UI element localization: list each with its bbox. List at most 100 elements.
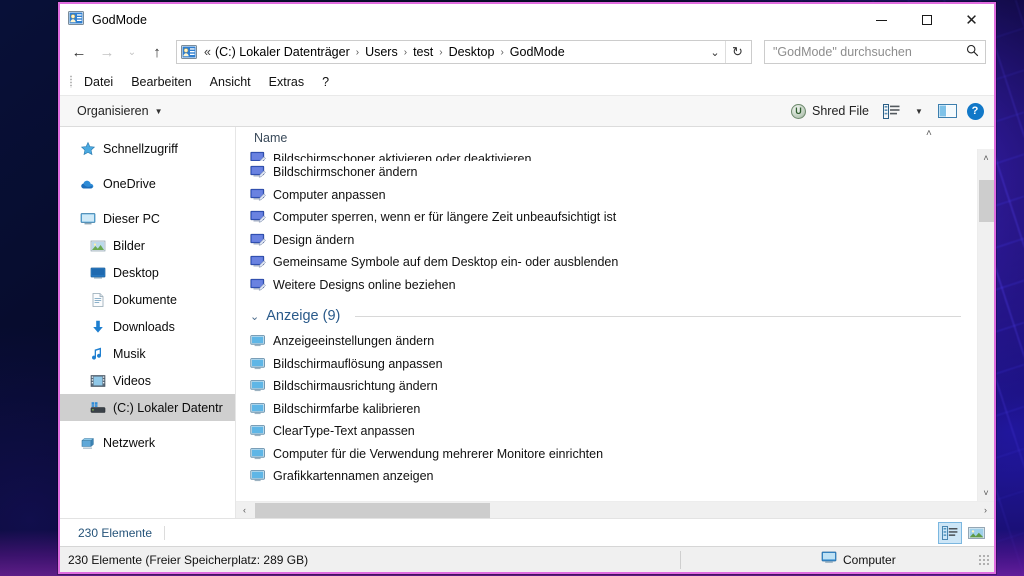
sidebar-item-label: Schnellzugriff [103, 141, 178, 156]
sidebar-item-onedrive[interactable]: OneDrive [60, 170, 235, 197]
preview-pane-button[interactable] [934, 99, 960, 123]
list-item[interactable]: Weitere Designs online beziehen [250, 274, 977, 297]
sidebar-item-dokumente[interactable]: Dokumente [60, 286, 235, 313]
sidebar-item-desktop[interactable]: Desktop [60, 259, 235, 286]
maximize-button[interactable] [904, 4, 949, 36]
large-icons-view-button[interactable] [964, 522, 988, 544]
list-item[interactable]: Design ändern [250, 229, 977, 252]
up-button[interactable]: ↑ [144, 40, 170, 64]
menu-item-extras[interactable]: Extras [260, 71, 313, 93]
list-item-label: Bildschirmschoner aktivieren oder deakti… [273, 152, 532, 161]
menu-bar: Datei Bearbeiten Ansicht Extras ? [60, 68, 994, 96]
breadcrumb-dropdown-button[interactable]: ⌄ [705, 41, 725, 63]
personalization-icon [250, 164, 266, 180]
titlebar-left: GodMode [60, 10, 859, 31]
change-view-button[interactable] [878, 99, 904, 123]
recent-locations-button[interactable]: ⌄ [122, 40, 142, 64]
breadcrumb-separator-icon[interactable]: › [497, 47, 506, 58]
breadcrumb-item-4[interactable]: GodMode [507, 43, 568, 61]
menu-item-help[interactable]: ? [313, 71, 338, 93]
breadcrumb-separator-icon[interactable]: › [353, 47, 362, 58]
scroll-down-button[interactable]: ˅ [978, 484, 995, 501]
breadcrumb-item-3[interactable]: Desktop [446, 43, 498, 61]
sidebar-item-musik[interactable]: Musik [60, 340, 235, 367]
breadcrumb-separator-icon[interactable]: › [401, 47, 410, 58]
list-item[interactable]: Bildschirmschoner ändern [250, 161, 977, 184]
list-item[interactable]: ClearType-Text anpassen [250, 420, 977, 443]
personalization-icon [250, 209, 266, 225]
group-header-rule [355, 315, 961, 317]
display-icon [250, 401, 266, 417]
breadcrumb-item-1[interactable]: Users [362, 43, 401, 61]
breadcrumb-overflow[interactable]: « [201, 43, 212, 61]
horizontal-scrollbar[interactable]: ‹ › [236, 501, 994, 518]
window-body: Schnellzugriff OneDrive Dieser PC Bilder… [60, 127, 994, 518]
minimize-button[interactable] [859, 4, 904, 36]
breadcrumb-separator-icon[interactable]: › [436, 47, 445, 58]
back-button[interactable]: ← [66, 40, 92, 64]
display-icon [250, 468, 266, 484]
list-item[interactable]: Bildschirmausrichtung ändern [250, 375, 977, 398]
vertical-scrollbar[interactable]: ˄ ˅ [977, 149, 994, 501]
scroll-right-button[interactable]: › [977, 502, 994, 519]
vertical-scroll-thumb[interactable] [978, 180, 994, 222]
list-item[interactable]: Anzeigeeinstellungen ändern [250, 330, 977, 353]
vertical-scroll-track[interactable] [978, 166, 995, 484]
menu-item-ansicht[interactable]: Ansicht [201, 71, 260, 93]
menu-grip-handle[interactable] [66, 74, 75, 90]
list-item[interactable]: Computer sperren, wenn er für längere Ze… [250, 206, 977, 229]
chevron-down-icon[interactable]: ⌄ [250, 310, 259, 323]
chevron-up-icon: ˄ [983, 152, 989, 163]
list-item-label: Computer sperren, wenn er für längere Ze… [273, 210, 617, 225]
list-item[interactable]: Computer für die Verwendung mehrerer Mon… [250, 443, 977, 466]
horizontal-scroll-thumb[interactable] [255, 502, 490, 518]
menu-item-datei[interactable]: Datei [75, 71, 122, 93]
organize-button[interactable]: Organisieren ▼ [70, 100, 170, 122]
list-item[interactable]: Bildschirmschoner aktivieren oder deakti… [250, 149, 977, 161]
sidebar-item-label: OneDrive [103, 176, 156, 191]
sidebar-item-label: (C:) Lokaler Datentr [113, 400, 223, 415]
list-item[interactable]: Bildschirmauflösung anpassen [250, 353, 977, 376]
window-titlebar[interactable]: GodMode ✕ [60, 4, 994, 36]
group-header-anzeige[interactable]: ⌄ Anzeige (9) [250, 296, 977, 330]
breadcrumb-bar[interactable]: « (C:) Lokaler Datenträger › Users › tes… [176, 40, 752, 64]
search-icon [966, 44, 979, 60]
sidebar-item-schnellzugriff[interactable]: Schnellzugriff [60, 135, 235, 162]
back-arrow-icon: ← [71, 43, 87, 61]
details-view-button[interactable] [938, 521, 962, 544]
sidebar-item-videos[interactable]: Videos [60, 367, 235, 394]
sidebar-item-downloads[interactable]: Downloads [60, 313, 235, 340]
shred-file-button[interactable]: U Shred File [784, 100, 876, 123]
sidebar-item-bilder[interactable]: Bilder [60, 232, 235, 259]
view-dropdown-button[interactable]: ▼ [906, 99, 932, 123]
view-mode-buttons [938, 521, 988, 544]
sidebar-item-local-disk-c[interactable]: (C:) Lokaler Datentr [60, 394, 235, 421]
breadcrumb-item-2[interactable]: test [410, 43, 436, 61]
resize-grip[interactable] [978, 553, 990, 566]
list-item-label: Anzeigeeinstellungen ändern [273, 334, 435, 349]
list-item[interactable]: Gemeinsame Symbole auf dem Desktop ein- … [250, 251, 977, 274]
search-box[interactable]: "GodMode" durchsuchen [764, 40, 986, 64]
scroll-left-button[interactable]: ‹ [236, 502, 253, 519]
breadcrumb-item-0[interactable]: (C:) Lokaler Datenträger [212, 43, 353, 61]
sidebar-item-label: Videos [113, 373, 151, 388]
search-input[interactable]: "GodMode" durchsuchen [773, 45, 966, 59]
list-item[interactable]: Bildschirmfarbe kalibrieren [250, 398, 977, 421]
forward-button[interactable]: → [94, 40, 120, 64]
horizontal-scroll-track[interactable] [253, 502, 977, 519]
sidebar-item-netzwerk[interactable]: Netzwerk [60, 429, 235, 456]
scroll-up-button[interactable]: ˄ [978, 149, 995, 166]
bottom-target-label: Computer [843, 552, 896, 567]
bottom-status-text: 230 Elemente (Freier Speicherplatz: 289 … [68, 552, 309, 567]
help-button[interactable]: ? [962, 99, 988, 123]
list-item[interactable]: Grafikkartennamen anzeigen [250, 465, 977, 488]
close-button[interactable]: ✕ [949, 4, 994, 36]
list-item-label: Bildschirmauflösung anpassen [273, 356, 443, 371]
refresh-button[interactable]: ↻ [725, 41, 749, 63]
menu-item-bearbeiten[interactable]: Bearbeiten [122, 71, 200, 93]
chevron-down-icon: ▼ [154, 106, 163, 116]
list-item[interactable]: Computer anpassen [250, 184, 977, 207]
list-item-label: Bildschirmfarbe kalibrieren [273, 401, 421, 416]
sidebar-item-dieser-pc[interactable]: Dieser PC [60, 205, 235, 232]
column-header-name[interactable]: Name [254, 131, 287, 145]
